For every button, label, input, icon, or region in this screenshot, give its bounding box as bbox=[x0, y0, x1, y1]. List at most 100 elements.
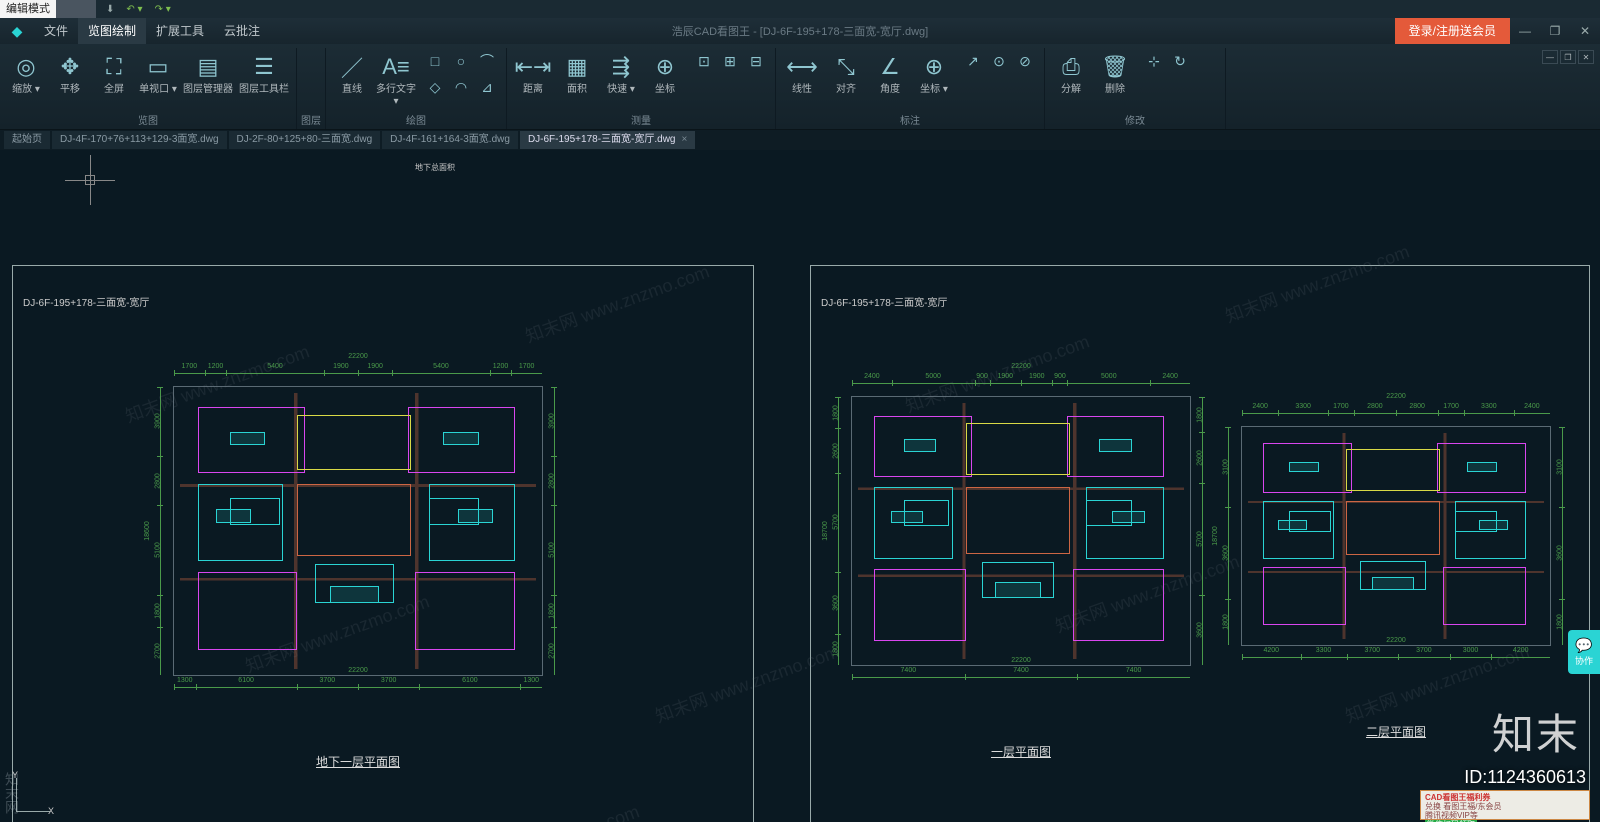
ribbon-tool[interactable]: ✥平移 bbox=[48, 48, 92, 96]
ribbon-tool[interactable]: ▭单视口 ▾ bbox=[136, 48, 180, 96]
dimension-total: 22200 bbox=[1011, 363, 1030, 370]
dimension-value: 1800 bbox=[154, 604, 161, 620]
ribbon-tool[interactable]: ∠角度 bbox=[868, 48, 912, 96]
ribbon-small-tool[interactable]: ⊙ bbox=[986, 48, 1012, 74]
ribbon-small-tool[interactable]: ↻ bbox=[1167, 48, 1193, 74]
ribbon-max-icon[interactable]: ❐ bbox=[1560, 50, 1576, 64]
ribbon-small-tool[interactable]: ◠ bbox=[448, 74, 474, 100]
dimension-value: 2700 bbox=[154, 643, 161, 659]
tool-icon: 🗑 bbox=[1093, 50, 1137, 84]
dimension-row: 1800260057003600180018700 bbox=[830, 397, 848, 665]
floor-plan-basement: 1700120054001900190054001200170022200130… bbox=[173, 386, 543, 726]
ribbon-tool[interactable]: ◎缩放 ▾ bbox=[4, 48, 48, 96]
dimension-value: 3700 bbox=[1365, 647, 1381, 654]
ribbon-tool[interactable]: ☰图层工具栏 bbox=[236, 48, 292, 96]
ribbon-small-tool[interactable]: ↗ bbox=[960, 48, 986, 74]
dimension-value: 1800 bbox=[1222, 614, 1229, 630]
qa-save-icon[interactable]: ⬇ bbox=[100, 4, 120, 15]
minimize-button[interactable]: — bbox=[1510, 18, 1540, 44]
app-logo-icon[interactable]: ◆ bbox=[4, 18, 30, 44]
plan-body: 1700120054001900190054001200170022200130… bbox=[173, 386, 543, 676]
tool-label: 面积 bbox=[555, 84, 599, 96]
menu-item-3[interactable]: 云批注 bbox=[214, 18, 270, 44]
dimension-value: 5100 bbox=[548, 543, 555, 559]
maximize-button[interactable]: ❐ bbox=[1540, 18, 1570, 44]
room bbox=[1346, 449, 1441, 490]
furniture bbox=[216, 509, 252, 523]
dimension-value: 3700 bbox=[381, 677, 397, 684]
ribbon-small-tool[interactable]: ⊘ bbox=[1012, 48, 1038, 74]
dimension-value: 3300 bbox=[1316, 647, 1332, 654]
doc-tab[interactable]: DJ-4F-161+164-3面宽.dwg bbox=[382, 131, 518, 149]
tool-icon: ◎ bbox=[4, 50, 48, 84]
menu-item-1[interactable]: 览图绘制 bbox=[78, 18, 146, 44]
dimension-row: 74007400740022200 bbox=[852, 669, 1190, 687]
undo-icon[interactable]: ↶ ▾ bbox=[120, 4, 148, 15]
dimension-value: 1900 bbox=[367, 363, 383, 370]
plan-body: 2400330017002800280017003300240022200420… bbox=[1241, 426, 1551, 646]
dimension-total: 22200 bbox=[348, 667, 367, 674]
ribbon-small-tool[interactable]: ⊿ bbox=[474, 74, 500, 100]
ribbon-small-tool[interactable]: ⊡ bbox=[691, 48, 717, 74]
ribbon-small-tool[interactable]: ⊟ bbox=[743, 48, 769, 74]
ribbon-group-0: ◎缩放 ▾✥平移⛶全屏▭单视口 ▾▤图层管理器☰图层工具栏览图 bbox=[0, 48, 297, 129]
tab-close-icon[interactable]: × bbox=[681, 134, 687, 145]
dimension-total: 22200 bbox=[1011, 657, 1030, 664]
ribbon-small-tool[interactable]: ⊹ bbox=[1141, 48, 1167, 74]
collaborate-button[interactable]: 💬 协作 bbox=[1568, 630, 1600, 674]
tool-label: 距离 bbox=[511, 84, 555, 96]
ribbon-small-tool[interactable]: ○ bbox=[448, 48, 474, 74]
ribbon-tool[interactable]: 🗑删除 bbox=[1093, 48, 1137, 96]
ribbon-tool[interactable]: ▤图层管理器 bbox=[180, 48, 236, 96]
dimension-row: 39002800510018002700 bbox=[546, 387, 564, 675]
drawing-canvas[interactable]: 地下总面积 DJ-6F-195+178-三面宽-宽厅 1700120054001… bbox=[0, 150, 1600, 822]
doc-tab[interactable]: 起始页 bbox=[4, 131, 50, 149]
doc-tab[interactable]: DJ-4F-170+76+113+129-3面宽.dwg bbox=[52, 131, 227, 149]
ribbon-tool[interactable]: ⊕坐标 ▾ bbox=[912, 48, 956, 96]
dimension-value: 3600 bbox=[1196, 622, 1203, 638]
ribbon-tool[interactable]: ⎙分解 bbox=[1049, 48, 1093, 96]
tool-label: 图层工具栏 bbox=[236, 84, 292, 96]
ribbon-tool[interactable]: ⇤⇥距离 bbox=[511, 48, 555, 96]
menu-item-0[interactable]: 文件 bbox=[34, 18, 78, 44]
tool-icon: ▭ bbox=[136, 50, 180, 84]
ribbon-small-tool[interactable]: ⊞ bbox=[717, 48, 743, 74]
ribbon-close-icon[interactable]: ✕ bbox=[1578, 50, 1594, 64]
ribbon-tool[interactable]: ／直线 bbox=[330, 48, 374, 96]
doc-tab[interactable]: DJ-2F-80+125+80-三面宽.dwg bbox=[229, 131, 381, 149]
ribbon-tool[interactable]: ▦面积 bbox=[555, 48, 599, 96]
ribbon-tool[interactable]: A≡多行文字 ▾ bbox=[374, 48, 418, 108]
room bbox=[874, 569, 965, 641]
ribbon-tool[interactable]: ⛶全屏 bbox=[92, 48, 136, 96]
tool-label: 全屏 bbox=[92, 84, 136, 96]
ribbon-tool[interactable]: ⤡对齐 bbox=[824, 48, 868, 96]
ribbon-tool[interactable]: ⊕坐标 bbox=[643, 48, 687, 96]
dimension-value: 3100 bbox=[1222, 459, 1229, 475]
floor-plan-second: 2400330017002800280017003300240022200420… bbox=[1241, 426, 1551, 696]
ribbon-tool[interactable]: ⟷线性 bbox=[780, 48, 824, 96]
sheet-frame-2: DJ-6F-195+178-三面宽-宽厅 2400500090019001900… bbox=[810, 265, 1590, 822]
ribbon-small-tool[interactable]: ◇ bbox=[422, 74, 448, 100]
dimension-value: 5000 bbox=[1101, 373, 1117, 380]
ribbon-small-tool[interactable]: □ bbox=[422, 48, 448, 74]
menu-item-2[interactable]: 扩展工具 bbox=[146, 18, 214, 44]
tool-icon: A≡ bbox=[374, 50, 418, 84]
dimension-value: 1200 bbox=[208, 363, 224, 370]
ribbon-group-3: ⇤⇥距离▦面积⇶快速 ▾⊕坐标⊡⊞⊟测量 bbox=[507, 48, 776, 129]
close-button[interactable]: ✕ bbox=[1570, 18, 1600, 44]
ribbon-min-icon[interactable]: — bbox=[1542, 50, 1558, 64]
tool-label: 坐标 bbox=[643, 84, 687, 96]
furniture bbox=[330, 586, 380, 603]
ribbon-tool[interactable]: ⇶快速 ▾ bbox=[599, 48, 643, 96]
tool-label: 分解 bbox=[1049, 84, 1093, 96]
doc-tab[interactable]: DJ-6F-195+178-三面宽-宽厅.dwg× bbox=[520, 131, 695, 149]
dimension-row: 31003600180018700 bbox=[1220, 427, 1238, 645]
login-button[interactable]: 登录/注册送会员 bbox=[1395, 18, 1510, 44]
furniture bbox=[1099, 439, 1132, 452]
dimension-value: 2400 bbox=[1524, 403, 1540, 410]
redo-icon[interactable]: ↷ ▾ bbox=[149, 4, 177, 15]
ribbon-small-tool[interactable]: ⌒ bbox=[474, 48, 500, 74]
tool-label: 线性 bbox=[780, 84, 824, 96]
room bbox=[1443, 567, 1526, 625]
furniture bbox=[995, 582, 1041, 597]
